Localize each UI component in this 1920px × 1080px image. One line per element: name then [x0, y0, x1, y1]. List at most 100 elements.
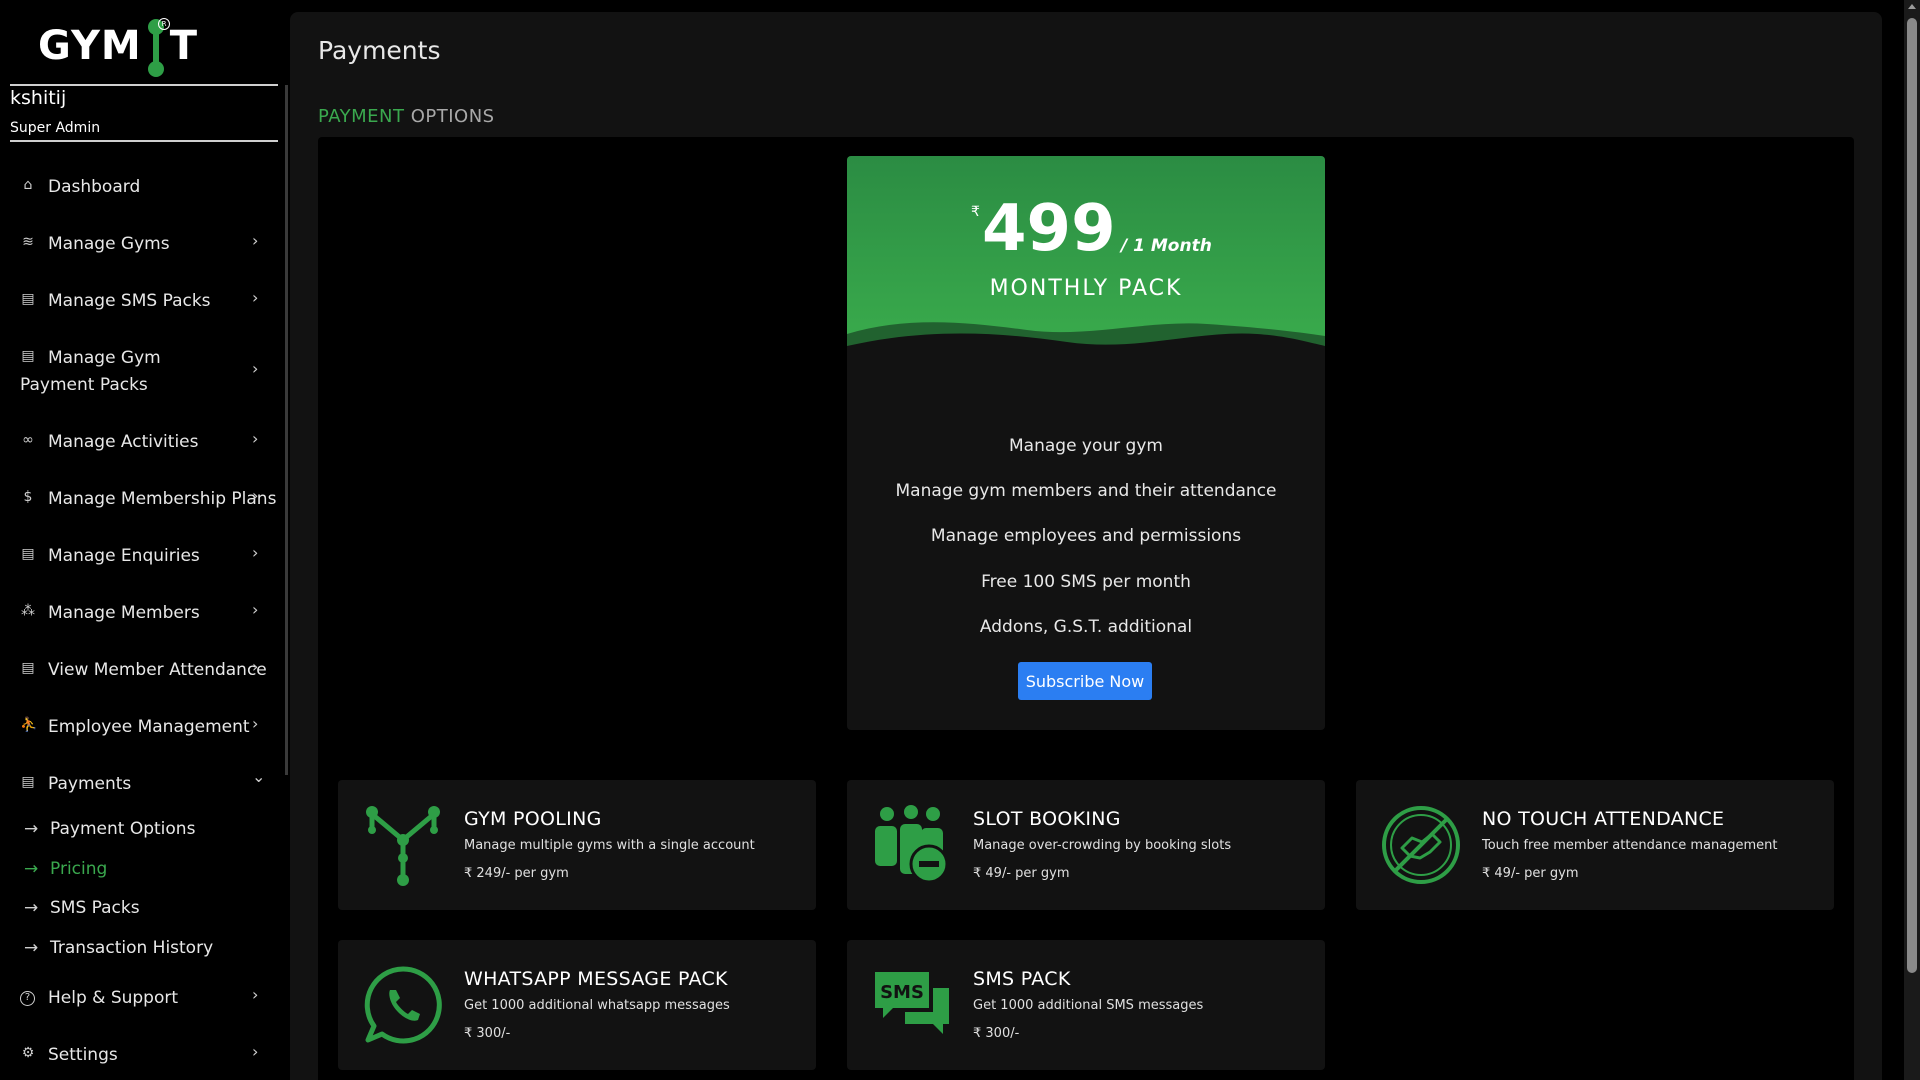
activities-icon: ∞	[22, 432, 34, 448]
chevron-down-icon: ⌄	[252, 767, 266, 786]
chevron-right-icon: ›	[252, 429, 259, 448]
sms-pack-icon: SMS	[875, 972, 949, 1034]
no-touch-icon	[1382, 806, 1460, 884]
sidebar-item-label: Payments	[48, 774, 132, 794]
chevron-right-icon: ›	[252, 714, 259, 733]
chevron-right-icon: ›	[252, 600, 259, 619]
sms-icon: ▤	[21, 291, 35, 307]
help-icon: ?	[20, 991, 35, 1006]
page-scrollbar[interactable]	[1904, 0, 1920, 1080]
arrow-right-icon: →	[24, 898, 39, 918]
sidebar-item-label: Manage Gyms	[48, 234, 170, 254]
chevron-right-icon: ›	[252, 543, 259, 562]
addon-price: ₹ 300/-	[464, 1026, 511, 1041]
dashboard-icon: ⌂	[23, 177, 33, 193]
sidebar-item-help-support[interactable]: ? Help & Support ›	[0, 985, 280, 1015]
addon-card-slot-booking[interactable]: SLOT BOOKING Manage over-crowding by boo…	[847, 780, 1325, 910]
sidebar-item-dashboard[interactable]: ⌂ Dashboard	[0, 174, 280, 204]
sidebar-item-manage-enquiries[interactable]: ▤ Manage Enquiries ›	[0, 543, 280, 573]
sidebar-item-payments[interactable]: ▤ Payments ⌄	[0, 767, 280, 801]
sidebar-scrollbar[interactable]	[285, 85, 288, 775]
addon-card-no-touch-attendance[interactable]: NO TOUCH ATTENDANCE Touch free member at…	[1356, 780, 1834, 910]
section-title: PAYMENT OPTIONS	[318, 106, 495, 127]
sidebar-item-label: Manage Members	[48, 603, 200, 623]
slot-booking-icon	[875, 805, 949, 884]
sidebar-subitem-sms-packs[interactable]: → SMS Packs	[24, 898, 140, 918]
sidebar-subitem-payment-options[interactable]: → Payment Options	[24, 819, 195, 839]
addon-title: SLOT BOOKING	[973, 808, 1121, 830]
addon-price: ₹ 49/- per gym	[973, 866, 1070, 881]
addon-card-sms-pack[interactable]: SMS SMS PACK Get 1000 additional SMS mes…	[847, 940, 1325, 1070]
sidebar-subitem-pricing[interactable]: → Pricing	[24, 859, 107, 879]
subitem-label: SMS Packs	[50, 898, 140, 918]
chevron-right-icon: ›	[252, 1042, 259, 1061]
subitem-label: Payment Options	[50, 819, 196, 839]
main-panel: Payments PAYMENT OPTIONS ₹ 499 / 1 Month…	[290, 12, 1882, 1080]
sidebar-item-label: Manage Membership Plans	[48, 489, 277, 509]
sidebar-item-settings[interactable]: ⚙ Settings ›	[0, 1042, 280, 1072]
sidebar-item-employee-management[interactable]: ⛹ Employee Management ›	[0, 714, 280, 744]
sidebar-subitem-transaction-history[interactable]: → Transaction History	[24, 938, 213, 958]
pricing-card-header: ₹ 499 / 1 Month MONTHLY PACK	[847, 156, 1325, 406]
registered-mark: R	[158, 18, 170, 30]
sidebar-item-label: Dashboard	[48, 177, 141, 197]
currency-symbol: ₹	[971, 204, 980, 220]
feature-item: Addons, G.S.T. additional	[979, 617, 1193, 637]
logo-text-right: T	[169, 23, 199, 69]
addon-card-gym-pooling[interactable]: GYM POOLING Manage multiple gyms with a …	[338, 780, 816, 910]
addon-card-whatsapp-message-pack[interactable]: WHATSAPP MESSAGE PACK Get 1000 additiona…	[338, 940, 816, 1070]
user-role: Super Admin	[10, 120, 101, 136]
sidebar-item-manage-members[interactable]: ⁂ Manage Members ›	[0, 600, 280, 630]
enquiries-icon: ▤	[21, 546, 35, 562]
svg-text:SMS: SMS	[880, 982, 924, 1003]
addon-title: NO TOUCH ATTENDANCE	[1482, 808, 1725, 830]
sidebar-item-label: View Member Attendance	[48, 660, 267, 680]
subitem-label: Pricing	[50, 859, 108, 879]
employee-icon: ⛹	[20, 717, 38, 733]
sidebar-item-label: Settings	[48, 1045, 118, 1065]
gym-pooling-icon	[366, 806, 440, 886]
sidebar-item-manage-membership-plans[interactable]: $ Manage Membership Plans ›	[0, 486, 280, 516]
sidebar-item-label: Manage Gym Payment Packs	[20, 348, 161, 395]
section-title-rest: OPTIONS	[404, 106, 495, 127]
arrow-right-icon: →	[24, 859, 39, 879]
chevron-right-icon: ›	[252, 985, 259, 1004]
addon-title: SMS PACK	[973, 968, 1071, 990]
addon-description: Get 1000 additional SMS messages	[973, 998, 1204, 1013]
payments-icon: ▤	[21, 774, 35, 790]
user-name: kshitij	[10, 87, 67, 109]
chevron-right-icon: ›	[252, 359, 259, 378]
sidebar-item-manage-sms-packs[interactable]: ▤ Manage SMS Packs ›	[0, 288, 280, 318]
dollar-icon: $	[23, 489, 33, 505]
logo-text-left: GYM	[38, 23, 142, 69]
addon-description: Get 1000 additional whatsapp messages	[464, 998, 730, 1013]
sidebar-item-view-member-attendance[interactable]: ▤ View Member Attendance ›	[0, 657, 280, 687]
scroll-up-icon[interactable]	[1908, 4, 1916, 9]
addon-price: ₹ 300/-	[973, 1026, 1020, 1041]
addon-description: Manage over-crowding by booking slots	[973, 838, 1232, 853]
sidebar-item-manage-gym-payment-packs[interactable]: ▤ Manage Gym Payment Packs ›	[0, 345, 280, 401]
attendance-icon: ▤	[21, 660, 35, 676]
sidebar-item-label: Employee Management	[48, 717, 250, 737]
feature-item: Manage gym members and their attendance	[895, 481, 1277, 501]
subscribe-now-button[interactable]: Subscribe Now	[1018, 662, 1152, 700]
wave-decoration	[847, 322, 1325, 406]
pricing-card: ₹ 499 / 1 Month MONTHLY PACK Manage your…	[847, 156, 1325, 730]
subitem-label: Transaction History	[50, 938, 214, 958]
settings-icon: ⚙	[21, 1045, 35, 1061]
feature-item: Manage your gym	[1009, 436, 1163, 456]
sidebar-item-manage-activities[interactable]: ∞ Manage Activities ›	[0, 429, 280, 459]
chevron-right-icon: ›	[252, 486, 259, 505]
arrow-right-icon: →	[24, 819, 39, 839]
sidebar-item-label: Help & Support	[48, 988, 179, 1008]
chevron-right-icon: ›	[252, 231, 259, 250]
sidebar: GYM T R kshitij Super Admin ⌂ Dashboard …	[0, 0, 288, 1080]
gym-icon: ≋	[22, 234, 34, 250]
addon-description: Manage multiple gyms with a single accou…	[464, 838, 755, 853]
sidebar-item-label: Manage Enquiries	[48, 546, 200, 566]
gymit-logo[interactable]: GYM T	[38, 14, 198, 78]
sidebar-item-manage-gyms[interactable]: ≋ Manage Gyms ›	[0, 231, 280, 261]
feature-item: Manage employees and permissions	[930, 526, 1242, 546]
scrollbar-thumb[interactable]	[1907, 18, 1917, 973]
chevron-right-icon: ›	[252, 288, 259, 307]
